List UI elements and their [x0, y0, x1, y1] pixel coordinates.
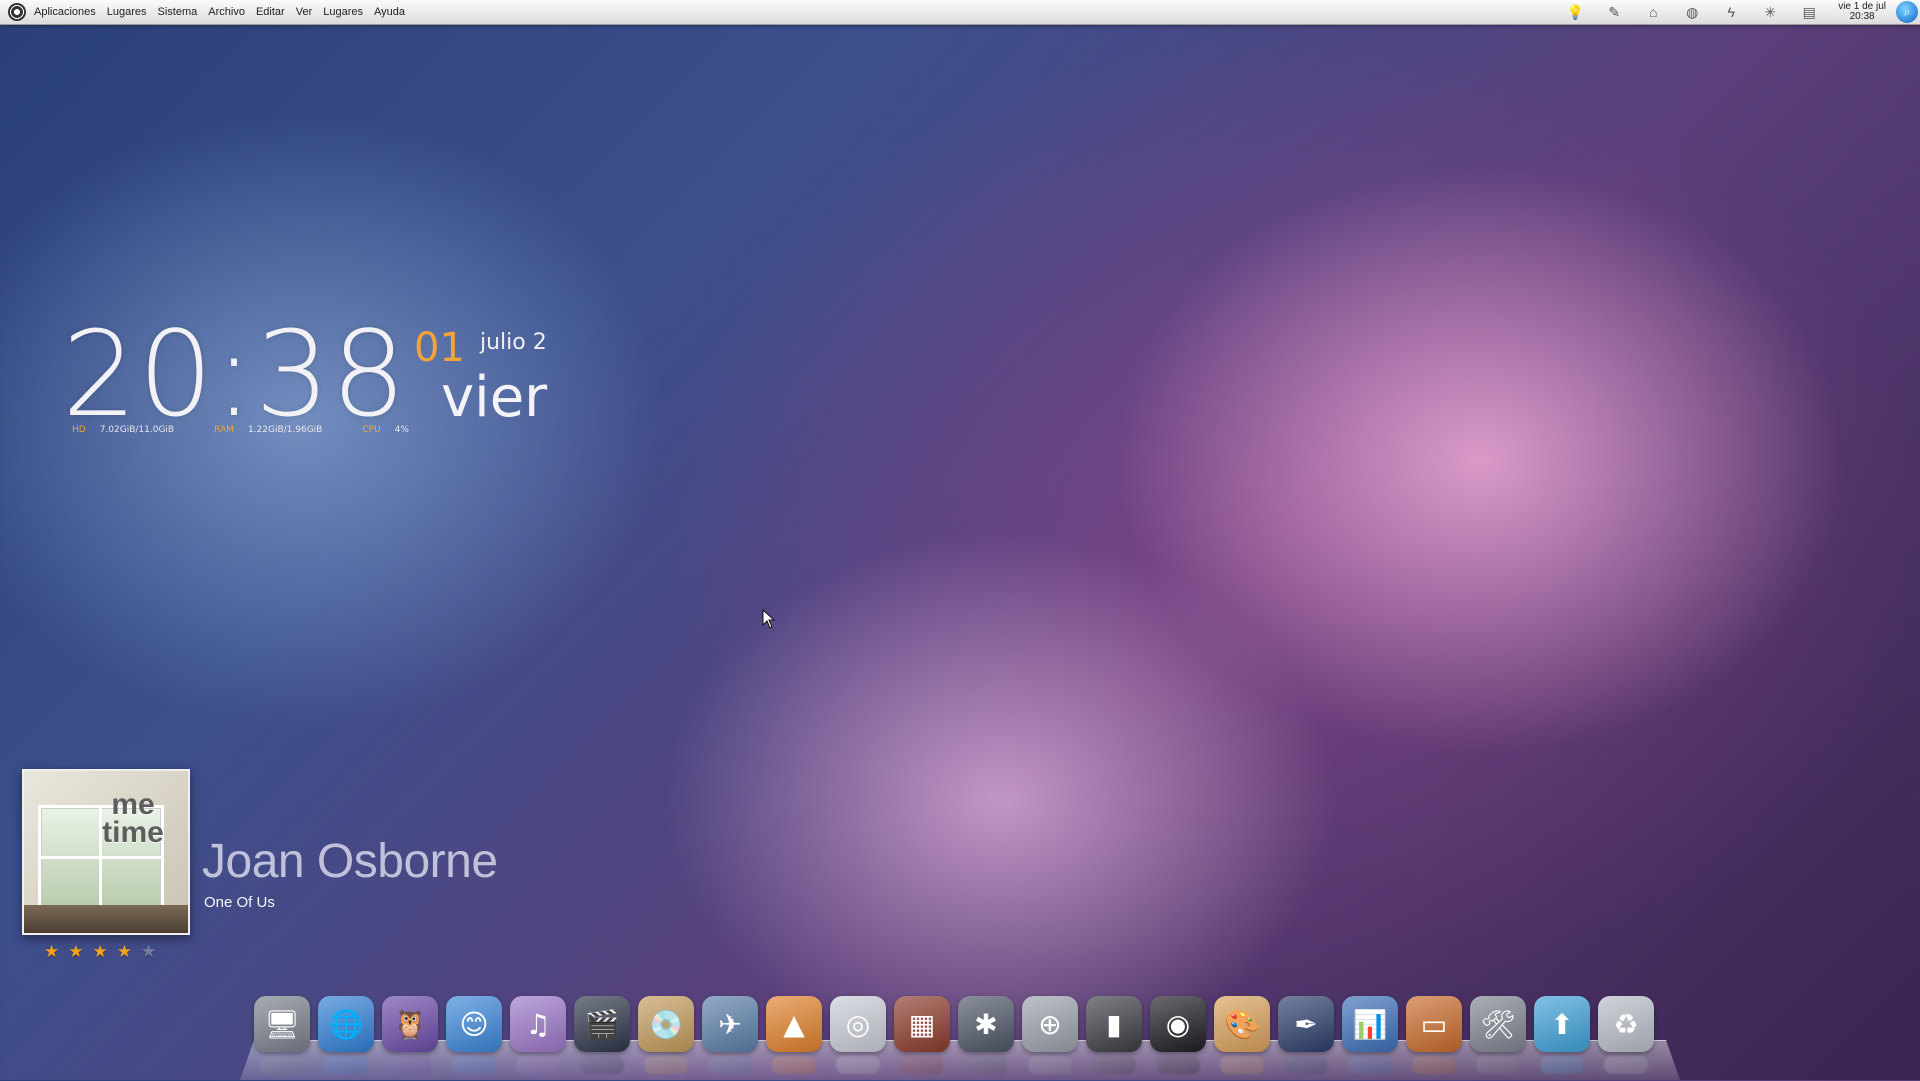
stat-hd-label: HD	[72, 425, 86, 435]
presentation-icon[interactable]: ▭	[1406, 996, 1462, 1052]
rating-star-1[interactable]: ★	[44, 942, 59, 962]
rating-star-2[interactable]: ★	[68, 942, 83, 962]
tray-clock-time: 20:38	[1849, 11, 1875, 22]
lightbulb-icon[interactable]: 💡	[1564, 3, 1586, 21]
album-title: me time	[102, 788, 164, 849]
chat-icon[interactable]: ▤	[1798, 3, 1820, 21]
menu-sistema[interactable]: Sistema	[158, 6, 198, 18]
dvd-icon[interactable]: ◎	[830, 996, 886, 1052]
menu-ayuda[interactable]: Ayuda	[374, 6, 405, 18]
clock-month: julio 2	[480, 330, 547, 355]
brightness-icon[interactable]: ✳	[1759, 3, 1781, 21]
vlc-icon[interactable]: ▲	[766, 996, 822, 1052]
disc-burner-icon[interactable]: 💿	[638, 996, 694, 1052]
menu-lugares-2[interactable]: Lugares	[323, 6, 363, 18]
menu-archivo[interactable]: Archivo	[208, 6, 245, 18]
disc-add-icon[interactable]: ⊕	[1022, 996, 1078, 1052]
photo-booth-icon[interactable]: ▦	[894, 996, 950, 1052]
mouse-cursor-icon	[762, 608, 776, 633]
system-tray: 💡 ✎ ⌂ ◍ ϟ ✳ ▤ vie 1 de jul 20:38 ⌕	[1547, 0, 1920, 24]
stat-ram-label: RAM	[214, 425, 234, 435]
pen-icon[interactable]: ✎	[1603, 3, 1625, 21]
song-title: One Of Us	[204, 894, 275, 911]
top-menubar: Aplicaciones Lugares Sistema Archivo Edi…	[0, 0, 1920, 25]
globe-network-icon[interactable]: 🌐	[318, 996, 374, 1052]
messenger-icon[interactable]: 😊	[446, 996, 502, 1052]
search-icon[interactable]: ⌕	[1896, 1, 1918, 23]
stat-cpu-value: 4%	[394, 425, 409, 435]
owl-chat-icon[interactable]: 🦉	[382, 996, 438, 1052]
clock-weekday: vier	[441, 365, 548, 430]
menu-aplicaciones[interactable]: Aplicaciones	[34, 6, 96, 18]
album-cover[interactable]: me time	[22, 769, 190, 935]
network-icon[interactable]: ◍	[1681, 3, 1703, 21]
ipod-icon[interactable]: ▮	[1086, 996, 1142, 1052]
rating-star-5[interactable]: ★	[141, 942, 156, 962]
basket-icon[interactable]: ⌂	[1642, 3, 1664, 21]
camera-icon[interactable]: ◉	[1150, 996, 1206, 1052]
menu-lugares[interactable]: Lugares	[107, 6, 147, 18]
rating-star-3[interactable]: ★	[93, 942, 108, 962]
music-player-icon[interactable]: ♫	[510, 996, 566, 1052]
rating-star-4[interactable]: ★	[117, 942, 132, 962]
chart-keynote-icon[interactable]: 📊	[1342, 996, 1398, 1052]
stat-hd-value: 7.02GiB/11.0GiB	[99, 425, 175, 435]
dock: 🖥 🌐 🦉 😊 ♫ 🎬 💿 ✈ ▲ ◎ ▦ ✱ ⊕ ▮ ◉ 🎨 ✒ 📊 ▭ 🛠 ⬆ ♻	[254, 996, 1684, 1066]
album-art-shelf	[24, 905, 188, 933]
clock-time: 20:38	[62, 305, 408, 443]
app-store-icon[interactable]: ⬆	[1534, 996, 1590, 1052]
tray-clock[interactable]: vie 1 de jul 20:38	[1838, 2, 1886, 22]
artist-name: Joan Osborne	[202, 835, 498, 888]
power-icon[interactable]: ϟ	[1720, 3, 1742, 21]
ink-pen-icon[interactable]: ✒	[1278, 996, 1334, 1052]
stat-ram-value: 1.22GiB/1.96GiB	[247, 425, 323, 435]
imac-icon[interactable]: 🖥	[254, 996, 310, 1052]
paint-icon[interactable]: 🎨	[1214, 996, 1270, 1052]
ubuntu-logo-icon[interactable]	[8, 3, 26, 21]
menu-editar[interactable]: Editar	[256, 6, 285, 18]
network-hub-icon[interactable]: ✱	[958, 996, 1014, 1052]
menu-ver[interactable]: Ver	[296, 6, 313, 18]
video-editor-icon[interactable]: 🎬	[574, 996, 630, 1052]
rating-stars[interactable]: ★ ★ ★ ★ ★	[44, 942, 156, 962]
trash-icon[interactable]: ♻	[1598, 996, 1654, 1052]
tools-icon[interactable]: 🛠	[1470, 996, 1526, 1052]
stat-cpu-label: CPU	[362, 425, 381, 435]
paper-plane-icon[interactable]: ✈	[702, 996, 758, 1052]
system-stats: HD 7.02GiB/11.0GiB RAM 1.22GiB/1.96GiB C…	[72, 425, 449, 435]
